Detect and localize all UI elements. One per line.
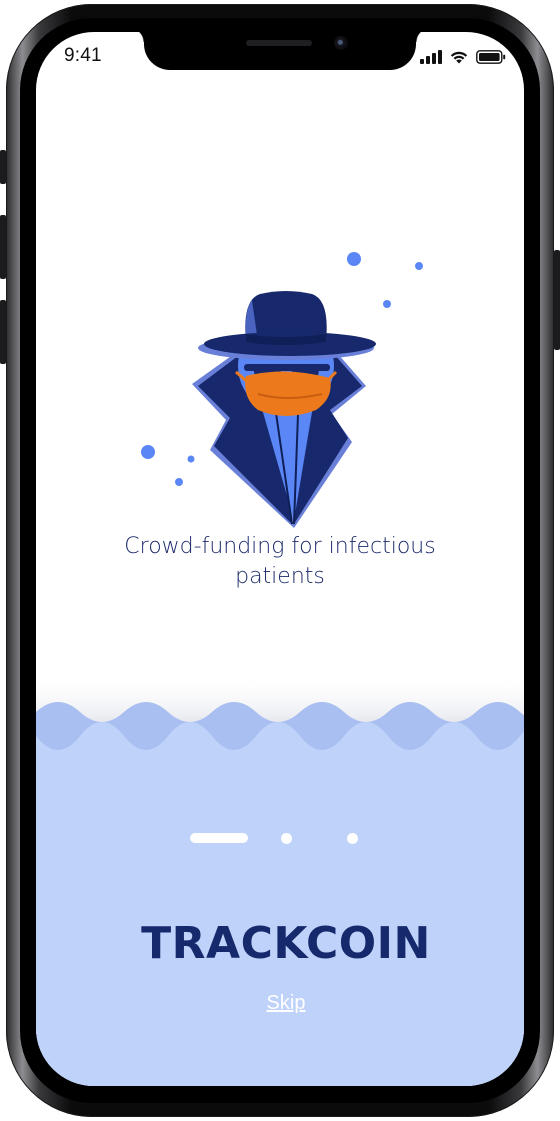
decor-dot [347, 252, 361, 266]
front-camera [334, 36, 348, 50]
wifi-icon [450, 51, 468, 64]
decor-dot [175, 478, 183, 486]
battery-icon [476, 50, 506, 64]
page-dot[interactable] [281, 833, 292, 844]
page-dot[interactable] [347, 833, 358, 844]
decor-dot [187, 455, 195, 463]
page-indicator [36, 832, 524, 846]
wave-panel [36, 672, 524, 1086]
decor-dot [415, 262, 423, 270]
status-time: 9:41 [64, 45, 102, 66]
onboarding-headline: Crowd-funding for infectious patients [124, 534, 436, 589]
power-button [554, 250, 560, 350]
skip-link[interactable]: Skip [36, 992, 524, 1015]
status-icons [420, 50, 506, 64]
brand-title: TRACKCOIN [141, 918, 431, 969]
masked-spy-icon [141, 252, 423, 528]
cellular-signal-icon [420, 50, 442, 64]
decor-dot [383, 300, 391, 308]
notch [130, 32, 430, 70]
speaker-grille [246, 40, 312, 46]
page-dot-active[interactable] [190, 833, 248, 843]
decor-dot [141, 445, 155, 459]
phone-mockup: 9:41 Crowd-funding for infectious patien… [0, 0, 560, 1121]
app-screen: 9:41 Crowd-funding for infectious patien… [36, 32, 524, 1086]
